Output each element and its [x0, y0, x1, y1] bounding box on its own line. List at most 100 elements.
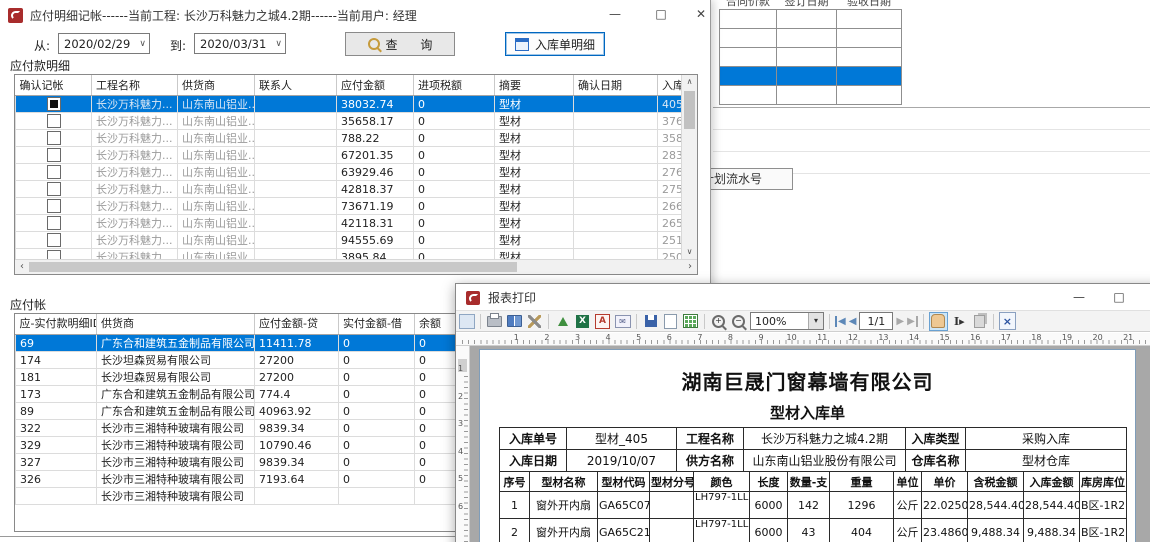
cell-supplier[interactable]: 山东南山铝业... — [178, 198, 255, 215]
column-header[interactable]: 确认日期 — [574, 75, 658, 96]
cell-debit[interactable]: 0 — [339, 471, 415, 488]
column-header[interactable]: 工程名称 — [92, 75, 178, 96]
cell-project[interactable]: 长沙万科魅力... — [92, 232, 178, 249]
cell-id[interactable]: 174 — [16, 352, 97, 369]
table-row[interactable]: 174 长沙坦森贸易有限公司 27200 0 0 — [16, 352, 496, 369]
cell-supplier[interactable]: 广东合和建筑五金制品有限公司 — [97, 386, 255, 403]
confirm-checkbox[interactable] — [47, 131, 61, 145]
cell-confirm-date[interactable] — [574, 164, 658, 181]
cell-debit[interactable]: 0 — [339, 335, 415, 352]
cell-summary[interactable]: 型材 — [495, 181, 574, 198]
table-row[interactable]: 长沙万科魅力... 山东南山铝业... 67201.35 0 型材 283 — [16, 147, 683, 164]
cell-id[interactable]: 69 — [16, 335, 97, 352]
cell-tax[interactable]: 0 — [414, 215, 495, 232]
cell-confirm-date[interactable] — [574, 215, 658, 232]
export-icon[interactable] — [558, 317, 568, 326]
cell-supplier[interactable]: 山东南山铝业... — [178, 215, 255, 232]
cell-supplier[interactable]: 广东合和建筑五金制品有限公司 — [97, 403, 255, 420]
cell-tax[interactable]: 0 — [414, 113, 495, 130]
to-date-combo[interactable]: 2020/03/31 ∨ — [194, 33, 286, 54]
cell-project[interactable]: 长沙万科魅力... — [92, 181, 178, 198]
cell-supplier[interactable]: 山东南山铝业... — [178, 96, 255, 113]
cell-summary[interactable]: 型材 — [495, 164, 574, 181]
column-header[interactable]: 确认记帐 — [16, 75, 92, 96]
close-preview-icon[interactable]: × — [999, 312, 1016, 330]
cell-supplier[interactable]: 长沙市三湘特种玻璃有限公司 — [97, 488, 255, 505]
page-indicator[interactable]: 1/1 — [859, 312, 893, 330]
query-button[interactable]: 查 询 — [345, 32, 455, 56]
table-row[interactable]: 69 广东合和建筑五金制品有限公司 11411.78 0 0 — [16, 335, 496, 352]
cell-project[interactable]: 长沙万科魅力... — [92, 147, 178, 164]
confirm-checkbox[interactable] — [47, 148, 61, 162]
cell-tax[interactable]: 0 — [414, 232, 495, 249]
cell-confirm-date[interactable] — [574, 181, 658, 198]
column-header[interactable]: 供货商 — [97, 314, 255, 335]
cell-supplier[interactable]: 山东南山铝业... — [178, 147, 255, 164]
scroll-right-icon[interactable]: › — [683, 260, 697, 274]
cell-inbound[interactable]: 405 — [658, 96, 683, 113]
confirm-checkbox[interactable] — [47, 182, 61, 196]
first-page-icon[interactable]: ◀ — [835, 316, 846, 327]
cell-credit[interactable] — [255, 488, 339, 505]
last-page-icon[interactable]: ▶ — [907, 316, 918, 327]
cell-inbound[interactable]: 266 — [658, 198, 683, 215]
cell-tax[interactable]: 0 — [414, 130, 495, 147]
cell-supplier[interactable]: 山东南山铝业... — [178, 164, 255, 181]
cell-inbound[interactable]: 283 — [658, 147, 683, 164]
cell-project[interactable]: 长沙万科魅力... — [92, 113, 178, 130]
close-button[interactable]: ✕ — [1142, 283, 1150, 311]
cell-debit[interactable]: 0 — [339, 454, 415, 471]
confirm-checkbox[interactable] — [47, 233, 61, 247]
next-page-icon[interactable]: ▶ — [896, 316, 904, 327]
cell-debit[interactable] — [339, 488, 415, 505]
cell-debit[interactable]: 0 — [339, 386, 415, 403]
cell-contact[interactable] — [255, 147, 337, 164]
table-row[interactable]: 长沙万科魅力... 山东南山铝业... 788.22 0 型材 358 — [16, 130, 683, 147]
scrollbar-thumb[interactable] — [29, 262, 517, 272]
cell-credit[interactable]: 27200 — [255, 352, 339, 369]
horizontal-scrollbar[interactable]: ‹ › — [15, 259, 697, 274]
cell-contact[interactable] — [255, 164, 337, 181]
column-header[interactable]: 供货商 — [178, 75, 255, 96]
cell-credit[interactable]: 11411.78 — [255, 335, 339, 352]
cell-tax[interactable]: 0 — [414, 198, 495, 215]
table-row[interactable]: 长沙万科魅力... 山东南山铝业... 73671.19 0 型材 266 — [16, 198, 683, 215]
cell-debit[interactable]: 0 — [339, 403, 415, 420]
cell-id[interactable]: 326 — [16, 471, 97, 488]
cell-debit[interactable]: 0 — [339, 352, 415, 369]
table-row[interactable]: 长沙万科魅力... 山东南山铝业... 63929.46 0 型材 276 — [16, 164, 683, 181]
cell-supplier[interactable]: 长沙坦森贸易有限公司 — [97, 352, 255, 369]
pdf-export-icon[interactable]: A — [595, 314, 610, 329]
cell-supplier[interactable]: 山东南山铝业... — [178, 181, 255, 198]
cell-contact[interactable] — [255, 130, 337, 147]
cell-supplier[interactable]: 长沙市三湘特种玻璃有限公司 — [97, 437, 255, 454]
table-row[interactable]: 长沙万科魅力... 山东南山铝业... 94555.69 0 型材 251 — [16, 232, 683, 249]
column-header[interactable]: 联系人 — [255, 75, 337, 96]
cell-project[interactable]: 长沙万科魅力... — [92, 130, 178, 147]
cell-amount[interactable]: 67201.35 — [337, 147, 414, 164]
cell-credit[interactable]: 7193.64 — [255, 471, 339, 488]
cell-supplier[interactable]: 广东合和建筑五金制品有限公司 — [97, 335, 255, 352]
maximize-button[interactable]: □ — [644, 0, 678, 28]
zoom-out-icon[interactable]: − — [732, 315, 745, 328]
page-setup-icon[interactable] — [459, 314, 475, 329]
cell-credit[interactable]: 9839.34 — [255, 420, 339, 437]
scroll-left-icon[interactable]: ‹ — [15, 260, 29, 274]
minimize-button[interactable]: — — [598, 0, 632, 28]
cell-id[interactable] — [16, 488, 97, 505]
cell-id[interactable]: 329 — [16, 437, 97, 454]
cell-inbound[interactable]: 275 — [658, 181, 683, 198]
table-row[interactable]: 181 长沙坦森贸易有限公司 27200 0 0 — [16, 369, 496, 386]
column-header[interactable]: 应付金额-贷 — [255, 314, 339, 335]
cell-summary[interactable]: 型材 — [495, 198, 574, 215]
cell-tax[interactable]: 0 — [414, 96, 495, 113]
cell-project[interactable]: 长沙万科魅力... — [92, 215, 178, 232]
copy-icon[interactable] — [974, 315, 985, 328]
cell-confirm-date[interactable] — [574, 198, 658, 215]
from-date-combo[interactable]: 2020/02/29 ∨ — [58, 33, 150, 54]
cell-amount[interactable]: 94555.69 — [337, 232, 414, 249]
scroll-down-icon[interactable]: ∨ — [682, 245, 697, 259]
cell-contact[interactable] — [255, 113, 337, 130]
column-header[interactable]: 验收日期 — [837, 0, 902, 10]
cell-debit[interactable]: 0 — [339, 369, 415, 386]
